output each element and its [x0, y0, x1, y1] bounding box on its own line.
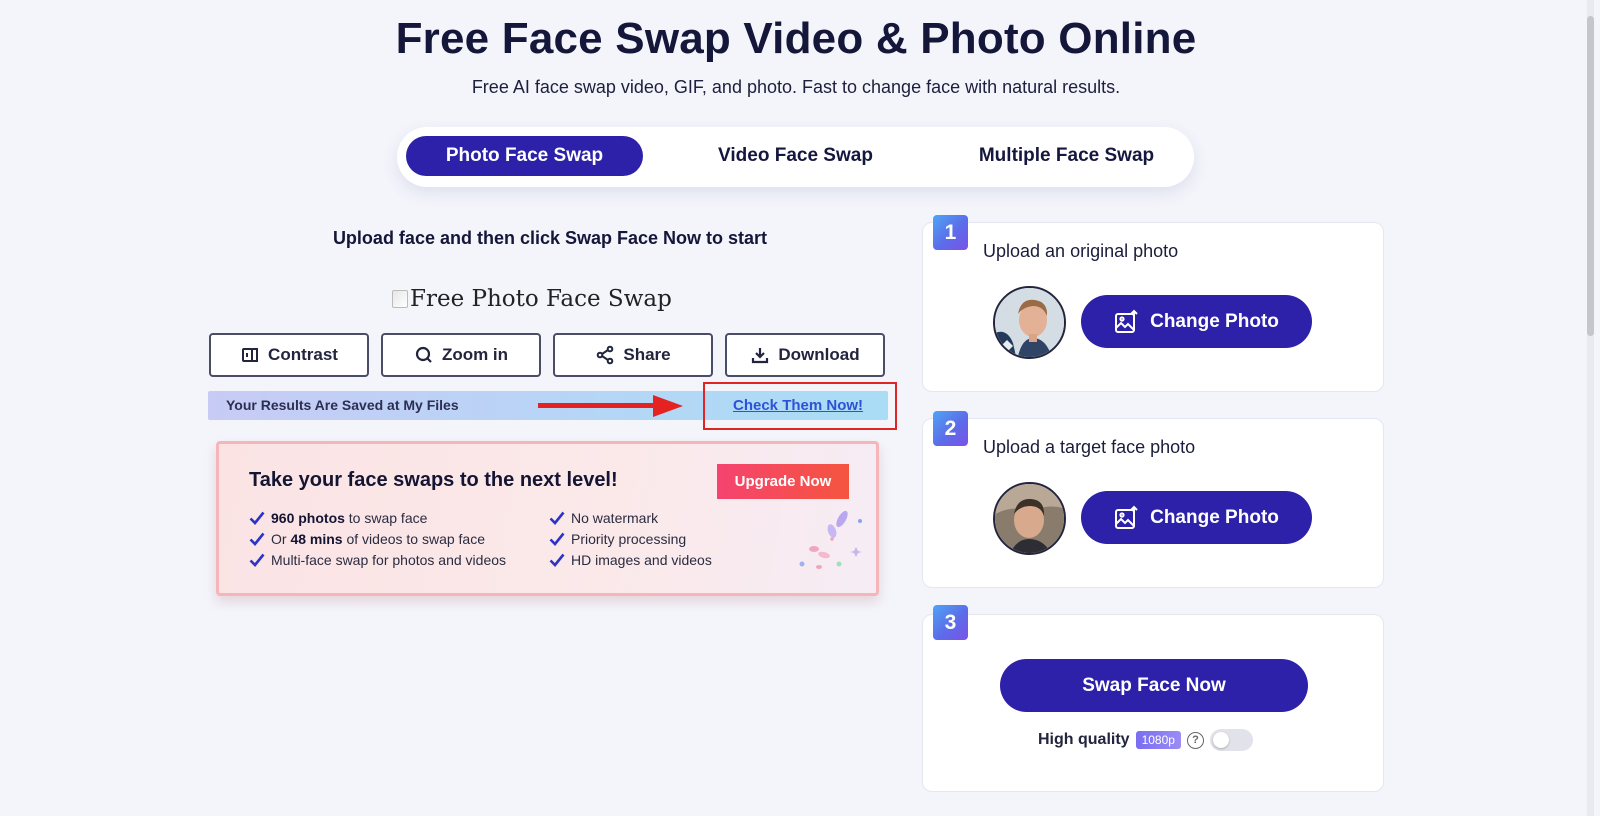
step-2-badge: 2 — [933, 411, 968, 446]
step-1-card: 1 Upload an original photo Change Photo — [922, 215, 1384, 392]
mode-tabs: Photo Face Swap Video Face Swap Multiple… — [397, 127, 1194, 187]
step-1-badge: 1 — [933, 215, 968, 250]
feature-item: Priority processing — [549, 528, 712, 549]
image-upload-icon — [1115, 505, 1138, 529]
saved-results-text: Your Results Are Saved at My Files — [226, 397, 459, 413]
share-button[interactable]: Share — [553, 333, 713, 377]
resolution-badge: 1080p — [1135, 731, 1181, 749]
swap-face-now-button[interactable]: Swap Face Now — [1000, 659, 1308, 712]
share-icon — [597, 345, 614, 365]
tab-multiple-face-swap[interactable]: Multiple Face Swap — [948, 136, 1185, 176]
checkmark-icon — [249, 553, 265, 567]
checkmark-icon — [549, 511, 565, 525]
face-thumbnail — [995, 288, 1064, 357]
tab-video-face-swap[interactable]: Video Face Swap — [677, 136, 914, 176]
image-upload-icon — [1115, 309, 1138, 333]
step-3-badge: 3 — [933, 605, 968, 640]
checkmark-icon — [549, 532, 565, 546]
help-icon[interactable]: ? — [1186, 731, 1204, 749]
highlight-box — [703, 382, 897, 430]
original-photo-avatar[interactable] — [993, 286, 1066, 359]
high-quality-row: High quality 1080p ? — [1038, 728, 1253, 752]
change-target-photo-button[interactable]: Change Photo — [1081, 491, 1312, 544]
download-icon — [752, 348, 769, 364]
step-1-label: Upload an original photo — [983, 241, 1179, 261]
feature-item: Or 48 mins of videos to swap face — [249, 528, 506, 549]
step-3-card: 3 Swap Face Now High quality 1080p ? — [922, 605, 1384, 792]
step-2-card: 2 Upload a target face photo Change Phot… — [922, 411, 1384, 588]
upgrade-now-button[interactable]: Upgrade Now — [717, 464, 849, 499]
tab-photo-face-swap[interactable]: Photo Face Swap — [406, 136, 643, 176]
result-image: Free Photo Face Swap — [392, 282, 692, 316]
high-quality-label: High quality — [1038, 731, 1130, 748]
feature-item: HD images and videos — [549, 549, 712, 570]
result-image-alt: Free Photo Face Swap — [410, 286, 672, 312]
feature-item: Multi-face swap for photos and videos — [249, 549, 506, 570]
feature-item: 960 photos to swap face — [249, 507, 506, 528]
change-original-photo-button[interactable]: Change Photo — [1081, 295, 1312, 348]
contrast-icon — [242, 348, 259, 362]
confetti-decoration — [799, 510, 862, 569]
broken-image-icon — [392, 290, 408, 308]
promo-features-right: No watermark Priority processing HD imag… — [549, 507, 712, 570]
red-arrow-icon — [538, 395, 683, 417]
step-2-label: Upload a target face photo — [983, 437, 1196, 457]
feature-item: No watermark — [549, 507, 712, 528]
upload-instruction: Upload face and then click Swap Face Now… — [332, 228, 768, 248]
page-subtitle: Free AI face swap video, GIF, and photo.… — [471, 77, 1121, 97]
high-quality-toggle[interactable] — [1209, 729, 1253, 751]
face-thumbnail — [995, 484, 1064, 553]
search-icon — [415, 346, 432, 363]
zoom-in-button[interactable]: Zoom in — [381, 333, 541, 377]
promo-features-left: 960 photos to swap face Or 48 mins of vi… — [249, 507, 506, 570]
upgrade-promo-card: Take your face swaps to the next level! … — [216, 441, 879, 596]
checkmark-icon — [549, 553, 565, 567]
scrollbar-thumb[interactable] — [1587, 16, 1594, 336]
download-button[interactable]: Download — [725, 333, 885, 377]
target-face-avatar[interactable] — [993, 482, 1066, 555]
contrast-button[interactable]: Contrast — [209, 333, 369, 377]
promo-title: Take your face swaps to the next level! — [249, 469, 618, 491]
checkmark-icon — [249, 532, 265, 546]
page-title: Free Face Swap Video & Photo Online — [395, 14, 1197, 63]
checkmark-icon — [249, 511, 265, 525]
